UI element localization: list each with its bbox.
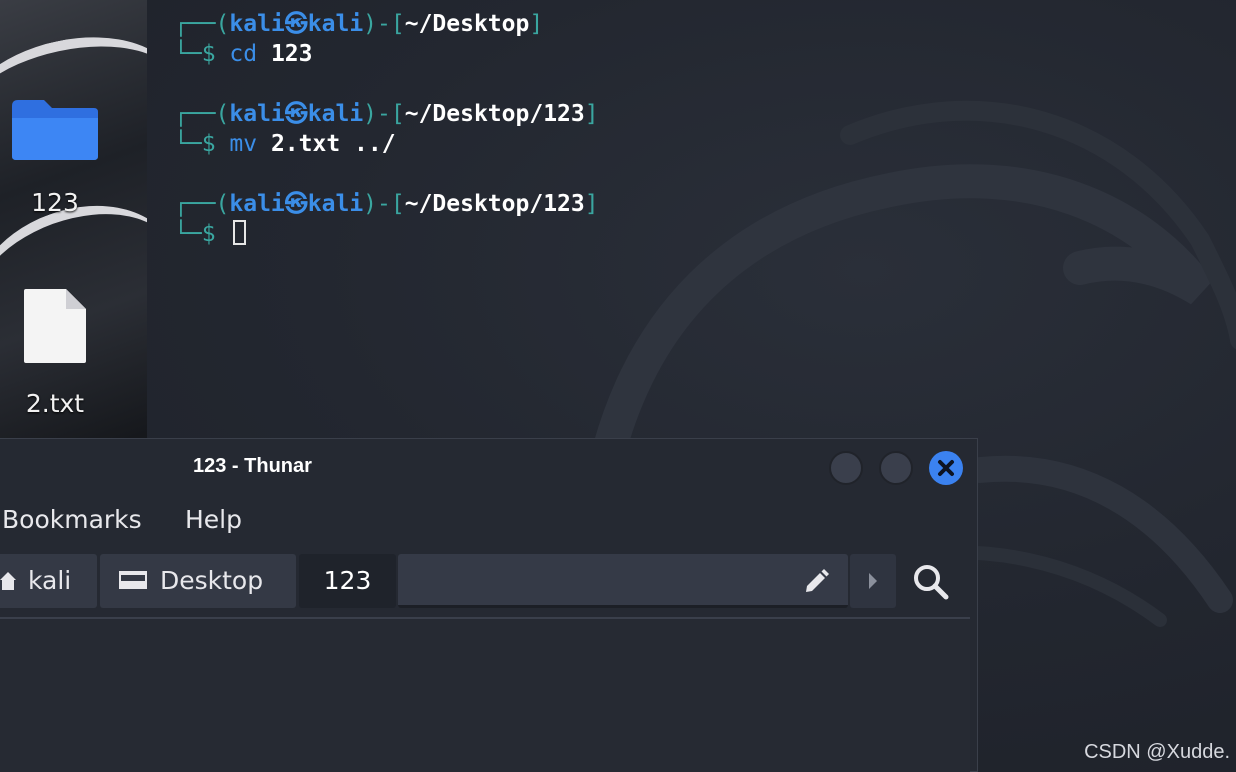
home-icon (0, 555, 16, 609)
breadcrumb-label: 123 (323, 566, 372, 595)
prompt-line: ┌──(kali㉿kali)-[~/Desktop/123] (174, 101, 599, 127)
close-icon (938, 460, 954, 476)
menu-bookmarks[interactable]: Bookmarks (2, 505, 142, 534)
path-bar: kali Desktop 123 (0, 554, 970, 610)
screen: 123 2.txt ┌──(kali㉿kali)-[~/Desktop] └─$… (0, 0, 1236, 772)
desktop-icon (118, 555, 148, 609)
terminal-cursor (233, 220, 247, 245)
chevron-right-icon (869, 573, 877, 589)
location-entry[interactable] (398, 554, 848, 608)
command-line: └─$ mv 2.txt ../ (174, 131, 396, 157)
watermark: CSDN @Xudde. (1084, 741, 1230, 763)
breadcrumb-label: kali (28, 566, 72, 595)
command-line: └─$ cd 123 (174, 41, 313, 67)
command-line[interactable]: └─$ (174, 219, 247, 249)
close-button[interactable] (929, 451, 963, 485)
toolbar-divider (0, 617, 970, 619)
breadcrumb-label: Desktop (160, 566, 264, 595)
breadcrumb-desktop[interactable]: Desktop (100, 554, 296, 608)
desktop-icon-file[interactable]: 2.txt (0, 287, 110, 418)
folder-icon (12, 100, 98, 160)
file-icon (24, 289, 86, 363)
terminal-window[interactable]: ┌──(kali㉿kali)-[~/Desktop] └─$ cd 123 ┌─… (147, 0, 1236, 440)
file-view[interactable] (0, 620, 970, 772)
prompt-line: ┌──(kali㉿kali)-[~/Desktop] (174, 11, 544, 37)
window-title: 123 - Thunar (193, 455, 312, 477)
path-scroll-button[interactable] (850, 554, 896, 608)
breadcrumb-123[interactable]: 123 (299, 554, 396, 608)
desktop-icon-label: 123 (31, 188, 79, 217)
minimize-button[interactable] (829, 451, 863, 485)
maximize-button[interactable] (879, 451, 913, 485)
search-icon (914, 565, 949, 600)
pencil-icon[interactable] (802, 568, 830, 600)
thunar-window[interactable]: 123 - Thunar Bookmarks Help kali Desktop… (0, 438, 978, 772)
breadcrumb-kali[interactable]: kali (0, 554, 97, 608)
window-titlebar[interactable]: 123 - Thunar (0, 439, 977, 497)
desktop-background: 123 2.txt (0, 0, 147, 440)
menu-help[interactable]: Help (185, 505, 242, 534)
desktop-icon-label: 2.txt (25, 389, 85, 418)
search-button[interactable] (904, 554, 958, 608)
desktop-icon-folder[interactable]: 123 (0, 98, 110, 217)
prompt-line: ┌──(kali㉿kali)-[~/Desktop/123] (174, 191, 599, 217)
